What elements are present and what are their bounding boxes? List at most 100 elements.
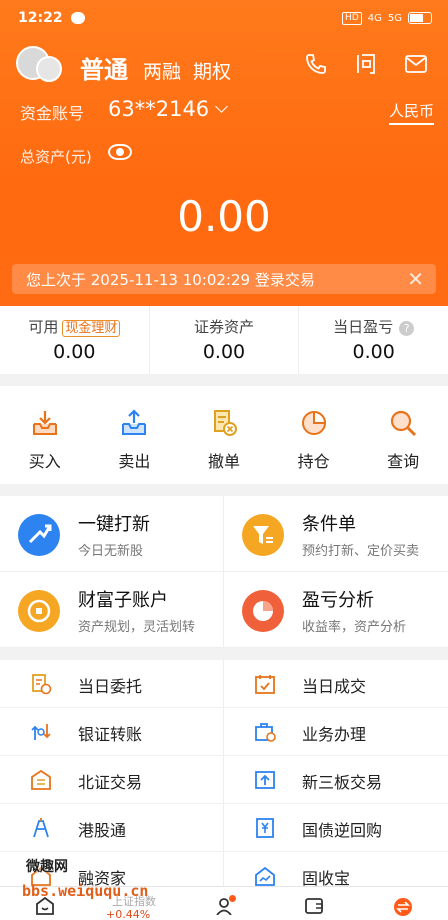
eye-icon[interactable]	[108, 144, 132, 160]
tower-icon	[30, 817, 52, 839]
cancel-order-icon	[209, 408, 239, 438]
document-clock-icon	[30, 673, 52, 695]
card-subtitle: 预约打新、定价买卖	[302, 544, 420, 559]
account-type-label: 普通	[80, 56, 128, 84]
tab-me[interactable]	[179, 887, 269, 920]
calendar-check-icon	[254, 673, 276, 695]
list-item-label: 当日成交	[302, 677, 367, 696]
watermark-url: bbs.weiququ.cn	[22, 882, 149, 900]
conditional-order-card[interactable]: 条件单 预约打新、定价买卖	[224, 496, 448, 572]
list-item-label: 港股通	[78, 821, 127, 840]
buy-label: 买入	[28, 452, 61, 471]
list-item-label: 当日委托	[78, 677, 143, 696]
transfer-icon	[30, 721, 52, 743]
list-item-business[interactable]: 业务办理	[224, 708, 448, 756]
list-item-repo[interactable]: 国债逆回购	[224, 804, 448, 852]
account-label: 资金账号	[20, 104, 85, 123]
asset-summary: 可用 现金理财 0.00 证券资产 0.00 当日盈亏? 0.00	[0, 306, 448, 374]
login-notice: 您上次于 2025-11-13 10:02:29 登录交易 ✕	[12, 264, 436, 294]
card-title: 盈亏分析	[302, 590, 374, 611]
help-icon[interactable]: ?	[399, 321, 415, 336]
tab-wallet[interactable]	[269, 887, 359, 920]
card-title: 条件单	[302, 514, 356, 535]
positions-button[interactable]: 持仓	[269, 386, 359, 484]
wallet-icon	[304, 897, 324, 915]
cancel-order-button[interactable]: 撤单	[179, 386, 269, 484]
building-icon	[30, 769, 52, 791]
list-item-bank-transfer[interactable]: 银证转账	[0, 708, 224, 756]
pie-chart-icon	[299, 408, 329, 438]
card-subtitle: 今日无新股	[78, 544, 144, 559]
close-icon[interactable]: ✕	[407, 267, 424, 291]
cash-management-badge[interactable]: 现金理财	[62, 320, 121, 337]
securities-label: 证券资产	[194, 318, 255, 336]
list-item-bse-trade[interactable]: 北证交易	[0, 756, 224, 804]
list-item-label: 国债逆回购	[302, 821, 383, 840]
filter-icon	[242, 514, 284, 556]
daily-pnl[interactable]: 当日盈亏? 0.00	[299, 306, 448, 374]
wealth-subaccount-card[interactable]: 财富子账户 资产规划，灵活划转	[0, 572, 224, 648]
avatar[interactable]	[16, 44, 64, 84]
currency-tab[interactable]: 人民币	[388, 100, 434, 125]
available-value: 0.00	[53, 341, 96, 363]
positions-label: 持仓	[297, 452, 330, 471]
list-item-label: 新三板交易	[302, 773, 383, 792]
index-change: +0.44%	[106, 908, 151, 920]
query-label: 查询	[387, 452, 420, 471]
list-item-hk-connect[interactable]: 港股通	[0, 804, 224, 852]
list-item-neeq-trade[interactable]: 新三板交易	[224, 756, 448, 804]
sell-label: 卖出	[118, 452, 151, 471]
query-button[interactable]: 查询	[358, 386, 448, 484]
briefcase-icon	[254, 721, 276, 743]
list-item-label: 业务办理	[302, 725, 367, 744]
sell-icon	[119, 408, 149, 438]
status-bar: 12:22 HD 4G 5G	[18, 8, 432, 28]
trade-actions: 买入 卖出 撤单 持仓 查询	[0, 386, 448, 484]
card-title: 一键打新	[78, 514, 150, 535]
securities-assets[interactable]: 证券资产 0.00	[150, 306, 300, 374]
buy-icon	[30, 408, 60, 438]
board-arrow-icon	[254, 769, 276, 791]
pnl-analysis-card[interactable]: 盈亏分析 收益率，资产分析	[224, 572, 448, 648]
watermark-title: 微趣网	[26, 859, 68, 875]
rocket-icon	[18, 514, 60, 556]
network-4g: 4G	[367, 12, 382, 24]
cancel-order-label: 撤单	[207, 452, 240, 471]
phone-icon[interactable]	[304, 52, 328, 76]
chat-icon	[70, 12, 85, 24]
account-number-dropdown[interactable]: 63**2146	[108, 97, 226, 121]
daily-pnl-label: 当日盈亏	[333, 318, 394, 336]
pie-chart-icon	[242, 590, 284, 632]
card-subtitle: 收益率，资产分析	[302, 620, 407, 635]
available-label: 可用	[28, 318, 59, 336]
coin-icon	[18, 590, 60, 632]
list-item-label: 银证转账	[78, 725, 143, 744]
list-item-today-orders[interactable]: 当日委托	[0, 660, 224, 708]
mail-icon[interactable]	[404, 52, 428, 76]
daily-pnl-value: 0.00	[352, 341, 395, 363]
search-icon	[388, 408, 418, 438]
buy-button[interactable]: 买入	[0, 386, 90, 484]
card-title: 财富子账户	[78, 590, 168, 611]
securities-value: 0.00	[202, 341, 246, 363]
total-assets-value: 0.00	[177, 192, 271, 241]
options-link[interactable]: 期权	[193, 57, 231, 84]
exchange-icon	[393, 897, 413, 916]
card-subtitle: 资产规划，灵活划转	[78, 620, 196, 635]
available-cash[interactable]: 可用 现金理财 0.00	[0, 306, 150, 374]
tab-trade[interactable]	[358, 887, 448, 920]
yuan-doc-icon	[254, 817, 276, 839]
ipo-subscribe-card[interactable]: 一键打新 今日无新股	[0, 496, 224, 572]
network-5g: 5G	[387, 12, 402, 24]
question-icon[interactable]	[354, 52, 378, 76]
status-time: 12:22	[18, 10, 63, 26]
sell-button[interactable]: 卖出	[90, 386, 180, 484]
account-header: 12:22 HD 4G 5G 普通 两融 期权 资金账号 63**2146 人民…	[0, 0, 448, 306]
battery-icon	[408, 12, 432, 24]
margin-link[interactable]: 两融	[143, 57, 181, 84]
total-assets-label: 总资产(元)	[20, 148, 92, 166]
feature-cards: 一键打新 今日无新股 条件单 预约打新、定价买卖 财富子账户 资产规划，灵活划转…	[0, 496, 448, 648]
list-item-label: 北证交易	[78, 773, 143, 792]
login-notice-text: 您上次于 2025-11-13 10:02:29 登录交易	[26, 270, 315, 289]
list-item-today-deals[interactable]: 当日成交	[224, 660, 448, 708]
